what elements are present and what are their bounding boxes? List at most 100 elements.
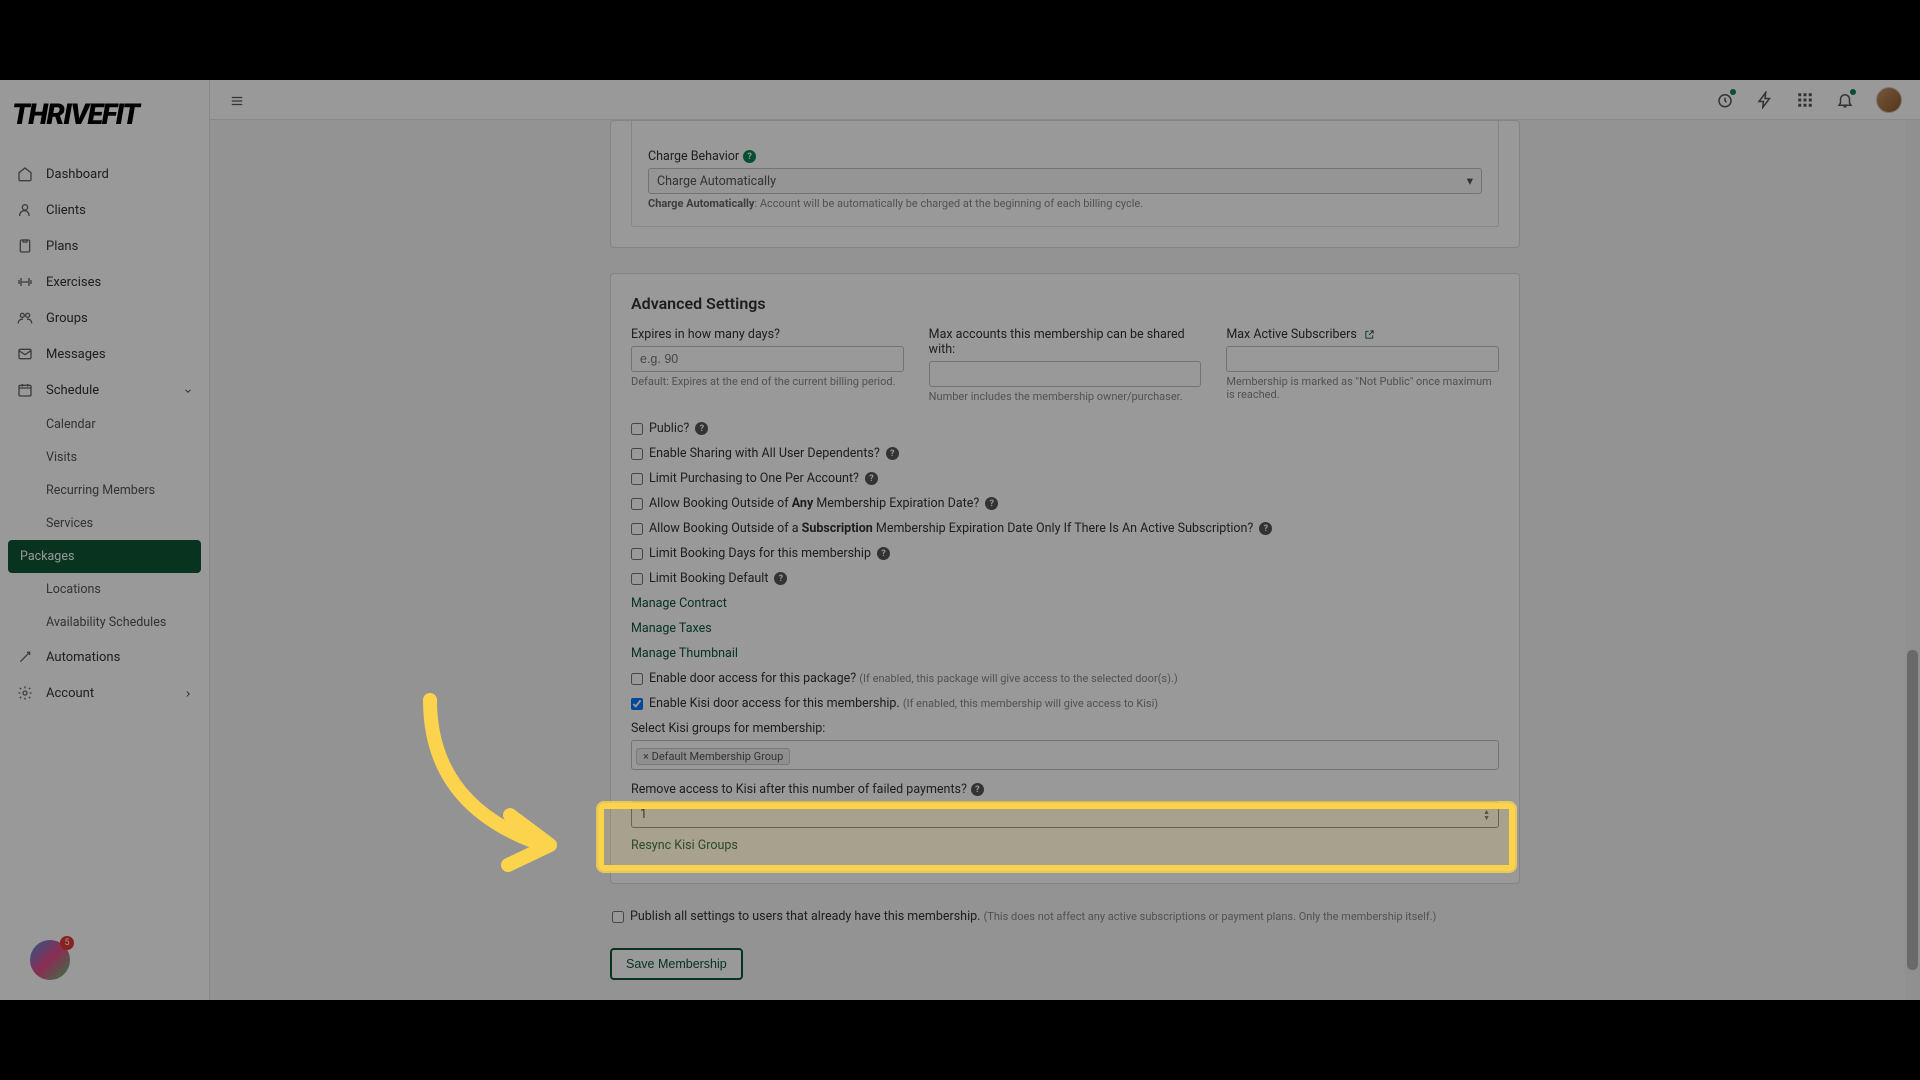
max-accounts-label: Max accounts this membership can be shar… xyxy=(929,327,1202,357)
chevron-down-icon xyxy=(183,385,193,395)
sidebar-item-groups[interactable]: Groups xyxy=(0,300,209,336)
grid-icon[interactable] xyxy=(1796,91,1814,109)
dumbbell-icon xyxy=(16,273,34,291)
sidebar-label: Account xyxy=(46,686,94,701)
sidebar-label: Clients xyxy=(46,203,86,218)
bell-icon[interactable] xyxy=(1836,91,1854,109)
people-icon xyxy=(16,309,34,327)
limit-days-checkbox[interactable] xyxy=(631,548,643,560)
help-icon[interactable]: ? xyxy=(971,783,984,796)
sidebar-item-messages[interactable]: Messages xyxy=(0,336,209,372)
sidebar-item-locations[interactable]: Locations xyxy=(0,573,209,606)
help-icon[interactable]: ? xyxy=(886,447,899,460)
sidebar-label: Exercises xyxy=(46,275,101,290)
advanced-settings-title: Advanced Settings xyxy=(631,294,1499,313)
kisi-failed-payments-select[interactable]: 1 ▲▼ xyxy=(631,801,1499,828)
max-accounts-input[interactable] xyxy=(929,361,1202,387)
help-icon[interactable]: ? xyxy=(774,572,787,585)
sidebar-label: Messages xyxy=(46,347,106,362)
sidebar-item-account[interactable]: Account xyxy=(0,675,209,711)
avatar[interactable] xyxy=(1876,87,1902,113)
save-membership-button[interactable]: Save Membership xyxy=(610,948,743,980)
public-checkbox-row: Public? ? xyxy=(631,421,1499,436)
sidebar-item-automations[interactable]: Automations xyxy=(0,639,209,675)
chevron-right-icon xyxy=(183,688,193,698)
charge-hint: Charge Automatically: Account will be au… xyxy=(648,197,1482,210)
allow-any-checkbox-row: Allow Booking Outside of Any Membership … xyxy=(631,496,1499,511)
max-subscribers-hint: Membership is marked as "Not Public" onc… xyxy=(1226,375,1499,401)
sidebar-item-packages[interactable]: Packages xyxy=(8,540,201,573)
manage-contract-link[interactable]: Manage Contract xyxy=(631,596,1499,611)
allow-any-checkbox[interactable] xyxy=(631,498,643,510)
check-label: Public? xyxy=(649,421,689,436)
check-label: Limit Purchasing to One Per Account? xyxy=(649,471,859,486)
sidebar-item-recurring-members[interactable]: Recurring Members xyxy=(0,474,209,507)
help-icon[interactable]: ? xyxy=(985,497,998,510)
sidebar-label: Calendar xyxy=(46,417,96,432)
sidebar-label: Dashboard xyxy=(46,167,109,182)
manage-thumbnail-link[interactable]: Manage Thumbnail xyxy=(631,646,1499,661)
external-link-icon[interactable] xyxy=(1364,329,1375,340)
door-access-checkbox[interactable] xyxy=(631,673,643,685)
kisi-groups-select[interactable]: × Default Membership Group xyxy=(631,740,1499,770)
kisi-group-tag[interactable]: × Default Membership Group xyxy=(636,748,790,765)
menu-toggle-icon[interactable] xyxy=(228,93,246,107)
help-icon[interactable]: ? xyxy=(695,422,708,435)
allow-sub-checkbox-row: Allow Booking Outside of a Subscription … xyxy=(631,521,1499,536)
sidebar-label: Locations xyxy=(46,582,101,597)
sidebar-item-visits[interactable]: Visits xyxy=(0,441,209,474)
resync-kisi-link[interactable]: Resync Kisi Groups xyxy=(631,838,1499,853)
sidebar-item-calendar[interactable]: Calendar xyxy=(0,408,209,441)
help-widget[interactable]: 5 xyxy=(30,940,70,980)
limit-default-checkbox-row: Limit Booking Default ? xyxy=(631,571,1499,586)
max-subscribers-input[interactable] xyxy=(1226,346,1499,372)
limit-one-checkbox-row: Limit Purchasing to One Per Account? ? xyxy=(631,471,1499,486)
help-icon[interactable]: ? xyxy=(865,472,878,485)
calendar-icon xyxy=(16,381,34,399)
sidebar-label: Availability Schedules xyxy=(46,615,166,630)
limit-days-checkbox-row: Limit Booking Days for this membership ? xyxy=(631,546,1499,561)
check-label: Allow Booking Outside of Any Membership … xyxy=(649,496,979,511)
expires-hint: Default: Expires at the end of the curre… xyxy=(631,375,904,388)
sidebar-item-dashboard[interactable]: Dashboard xyxy=(0,156,209,192)
sidebar-item-exercises[interactable]: Exercises xyxy=(0,264,209,300)
expires-input[interactable] xyxy=(631,346,904,372)
sidebar-label: Groups xyxy=(46,311,88,326)
brand-logo: THRIVEFIT xyxy=(0,80,209,144)
sidebar-item-clients[interactable]: Clients xyxy=(0,192,209,228)
check-label: Enable Kisi door access for this members… xyxy=(649,696,1158,711)
sidebar-item-schedule[interactable]: Schedule xyxy=(0,372,209,408)
help-icon[interactable]: ? xyxy=(1259,522,1272,535)
sidebar-item-services[interactable]: Services xyxy=(0,507,209,540)
public-checkbox[interactable] xyxy=(631,423,643,435)
help-icon[interactable]: ? xyxy=(743,150,756,163)
sidebar-label: Services xyxy=(46,516,93,531)
check-label: Publish all settings to users that alrea… xyxy=(630,909,1436,924)
manage-taxes-link[interactable]: Manage Taxes xyxy=(631,621,1499,636)
expires-label: Expires in how many days? xyxy=(631,327,904,342)
sidebar-label: Recurring Members xyxy=(46,483,155,498)
allow-sub-checkbox[interactable] xyxy=(631,523,643,535)
sidebar-item-plans[interactable]: Plans xyxy=(0,228,209,264)
check-label: Limit Booking Days for this membership xyxy=(649,546,871,561)
publish-checkbox[interactable] xyxy=(612,911,624,923)
limit-default-checkbox[interactable] xyxy=(631,573,643,585)
help-icon[interactable]: ? xyxy=(877,547,890,560)
charge-behavior-select[interactable]: Charge Automatically ▾ xyxy=(648,168,1482,194)
widget-count: 5 xyxy=(60,936,74,950)
scrollbar-thumb[interactable] xyxy=(1907,650,1918,970)
limit-one-checkbox[interactable] xyxy=(631,473,643,485)
home-icon xyxy=(16,165,34,183)
mail-icon xyxy=(16,345,34,363)
sharing-checkbox[interactable] xyxy=(631,448,643,460)
check-label: Limit Booking Default xyxy=(649,571,768,586)
scrollbar[interactable] xyxy=(1905,120,1920,1000)
sidebar-item-availability[interactable]: Availability Schedules xyxy=(0,606,209,639)
max-subscribers-label: Max Active Subscribers xyxy=(1226,327,1499,342)
kisi-groups-label: Select Kisi groups for membership: xyxy=(631,721,1499,736)
bolt-icon[interactable] xyxy=(1756,91,1774,109)
max-accounts-hint: Number includes the membership owner/pur… xyxy=(929,390,1202,403)
charge-behavior-label: Charge Behavior ? xyxy=(648,149,1482,164)
kisi-access-checkbox[interactable] xyxy=(631,698,643,710)
timer-icon[interactable] xyxy=(1716,91,1734,109)
